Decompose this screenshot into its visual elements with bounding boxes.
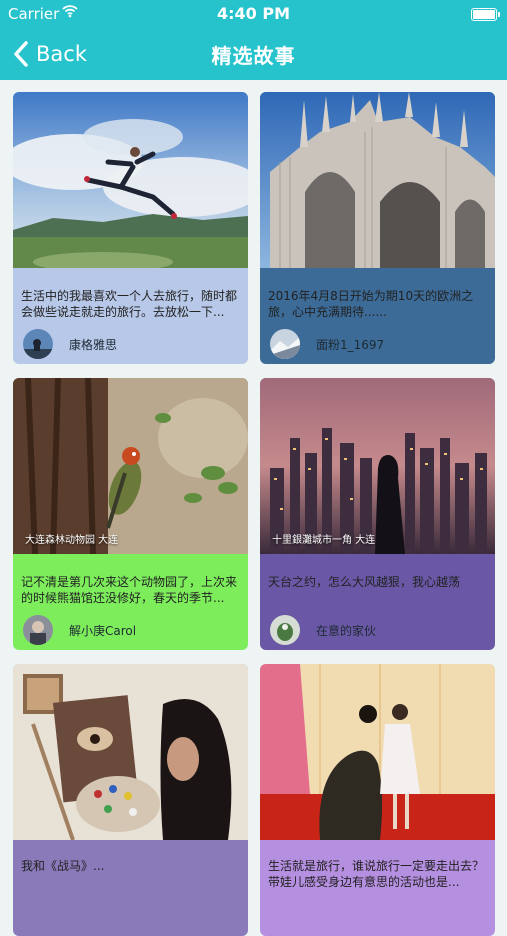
author-name: 面粉1_1697 [316, 337, 385, 352]
avatar [270, 329, 300, 359]
page-title: 精选故事 [211, 44, 296, 68]
story-caption: 天台之约，怎么大风越狠，我心越荡 [268, 575, 461, 589]
status-bar: Carrier 4:40 PM [0, 0, 507, 28]
story-card[interactable]: 大连森林动物园 大连 记不清是第几次来这个动物园了，上次来的时候熊猫馆还没修好，… [13, 378, 248, 650]
story-caption: 记不清是第几次来这个动物园了，上次来的时候熊猫馆还没修好，春天的季节... [21, 575, 238, 605]
author-row: 在意的家伙 [270, 614, 376, 646]
photo-location-label: 大连森林动物园 大连 [25, 535, 119, 546]
photo-location-label: 十里銀灘城市一角 大连 [272, 535, 376, 546]
story-caption: 我和《战马》... [21, 859, 105, 873]
story-caption: 2016年4月8日开始为期10天的欧洲之旅，心中充满期待...... [268, 289, 474, 319]
story-card[interactable]: 生活就是旅行，谁说旅行一定要走出去？带娃儿感受身边有意思的活动也是... [260, 664, 495, 936]
story-card[interactable]: 2016年4月8日开始为期10天的欧洲之旅，心中充满期待...... 面粉1_1… [260, 92, 495, 364]
story-photo: 大连森林动物园 大连 [13, 378, 248, 554]
author-row: 面粉1_1697 [270, 328, 384, 360]
author-row: 解小庚Carol [23, 614, 136, 646]
story-card[interactable]: 我和《战马》... [13, 664, 248, 936]
battery-icon [471, 8, 500, 21]
story-photo: 十里銀灘城市一角 大连 [260, 378, 495, 554]
story-photo [260, 664, 495, 840]
story-photo [13, 664, 248, 840]
nav-bar: Back 精选故事 [0, 28, 507, 80]
story-photo [260, 92, 495, 268]
author-name: 康格雅思 [69, 337, 118, 352]
author-row: 康格雅思 [23, 328, 117, 360]
avatar [23, 615, 53, 645]
story-caption: 生活就是旅行，谁说旅行一定要走出去？带娃儿感受身边有意思的活动也是... [268, 859, 485, 889]
clock: 4:40 PM [216, 4, 290, 23]
story-caption: 生活中的我最喜欢一个人去旅行，随时都会做些说走就走的旅行。去放松一下... [21, 289, 238, 319]
avatar [270, 615, 300, 645]
avatar [23, 329, 53, 359]
author-name: 在意的家伙 [316, 623, 377, 638]
story-photo [13, 92, 248, 268]
story-card[interactable]: 十里銀灘城市一角 大连 天台之约，怎么大风越狠，我心越荡 在意的家伙 [260, 378, 495, 650]
author-name: 解小庚Carol [69, 623, 137, 638]
story-grid: 生活中的我最喜欢一个人去旅行，随时都会做些说走就走的旅行。去放松一下... 康格… [0, 80, 507, 936]
story-card[interactable]: 生活中的我最喜欢一个人去旅行，随时都会做些说走就走的旅行。去放松一下... 康格… [13, 92, 248, 364]
